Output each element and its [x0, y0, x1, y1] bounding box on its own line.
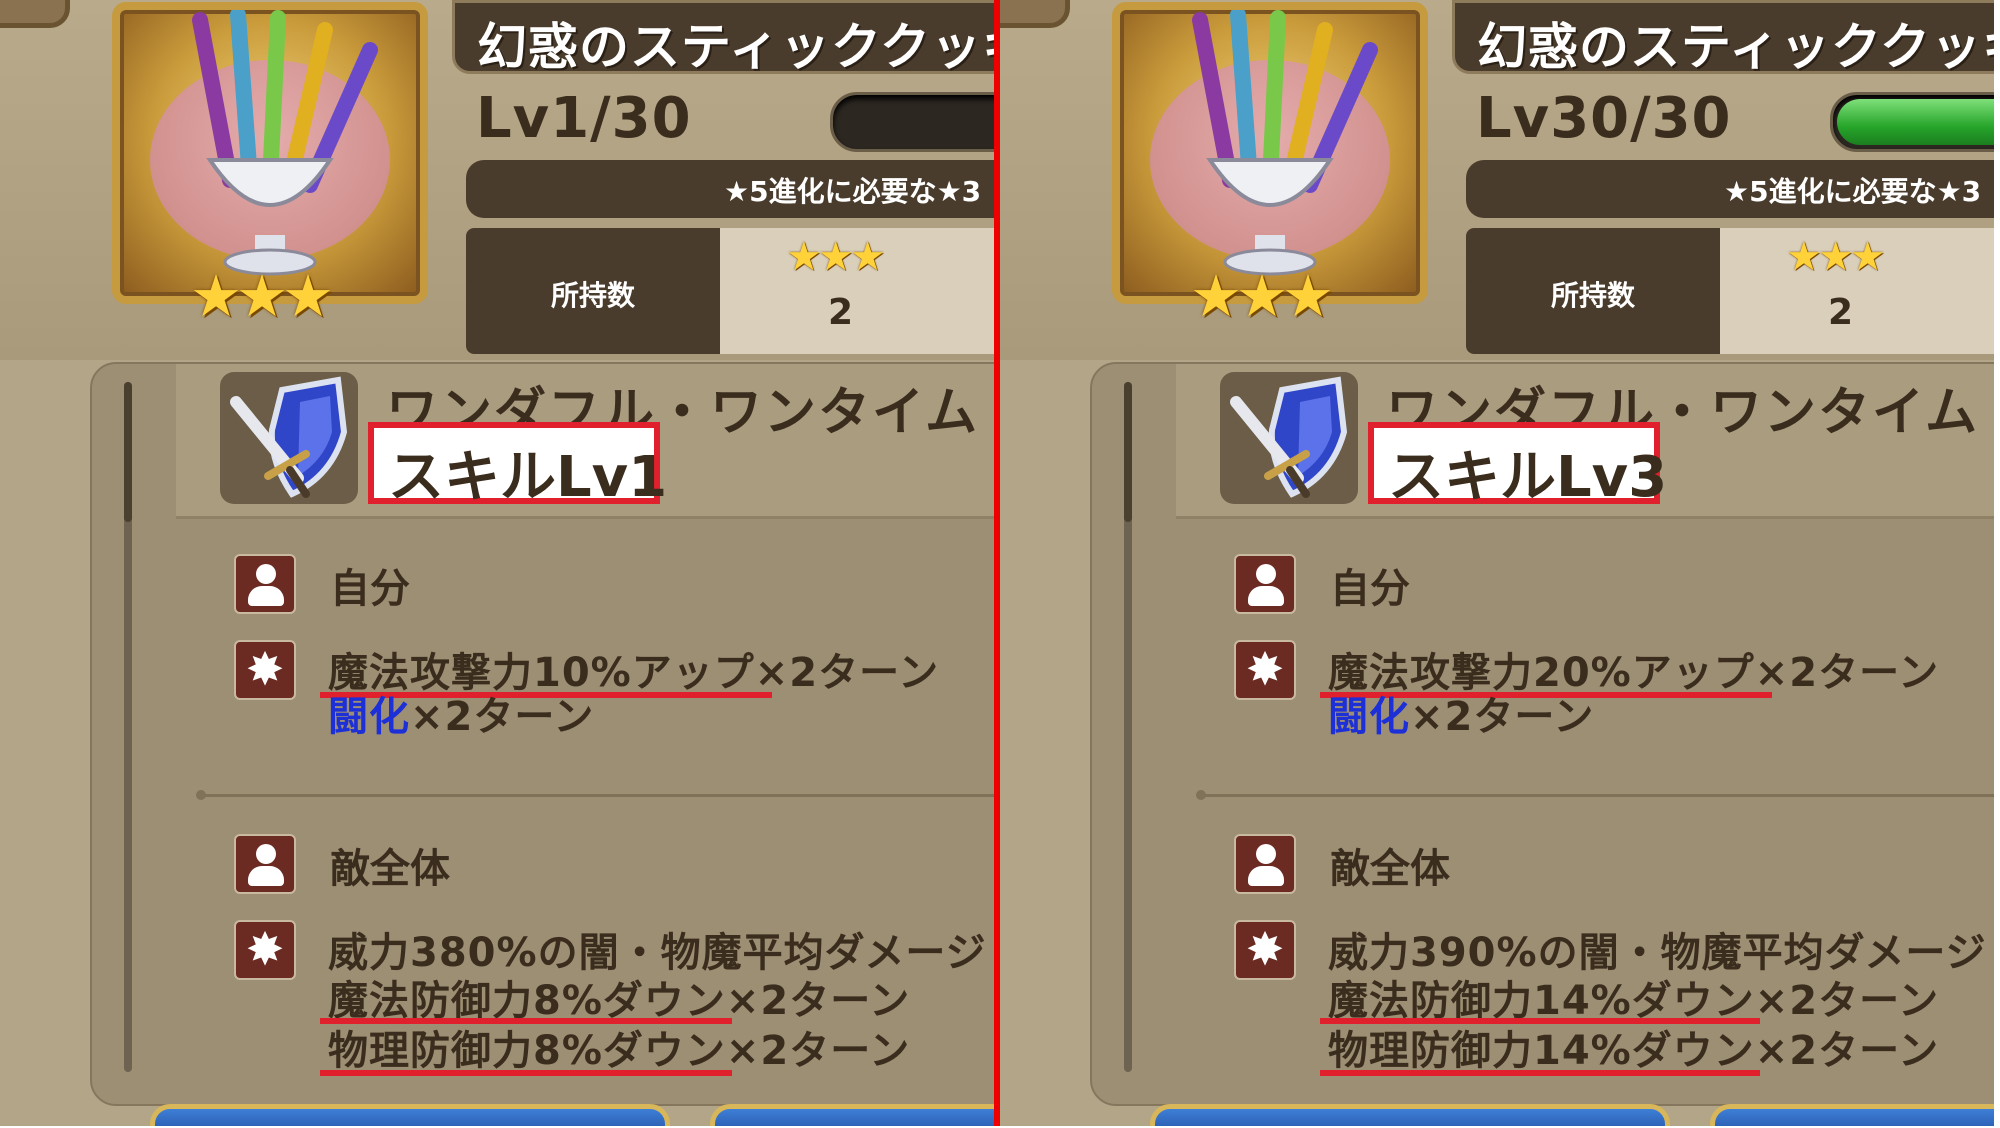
- burst-icon: ✸: [1234, 640, 1296, 700]
- exp-bar: [1830, 92, 1994, 152]
- item-portrait[interactable]: ★★★: [1112, 2, 1428, 330]
- target-self-label: 自分: [1330, 566, 1410, 612]
- burst-icon: ✸: [234, 640, 296, 700]
- person-icon: [234, 554, 296, 614]
- highlight-underline: [1320, 1070, 1760, 1076]
- item-title: 幻惑のスティッククッキ: [477, 18, 994, 76]
- owned-label: 所持数: [550, 279, 635, 312]
- action-button[interactable]: [1710, 1104, 1994, 1126]
- action-button[interactable]: [1150, 1104, 1670, 1126]
- comparison-panel-before: ★★★ 幻惑のスティッククッキ Lv1/30 ★5進化に必要な★3 所持数 ★★…: [0, 0, 994, 1126]
- owned-count: 2: [828, 292, 854, 333]
- owned-label-cell: 所持数: [466, 228, 720, 354]
- exp-bar: [830, 92, 994, 152]
- sword-shield-icon: [220, 372, 358, 504]
- corner-ornament: [1000, 0, 1070, 28]
- enemy-effect-3: 物理防御力14%ダウン×2ターン: [1328, 1028, 1940, 1074]
- person-icon: [1234, 554, 1296, 614]
- comparison-panel-after: ★★★ 幻惑のスティッククッキ Lv30/30 ★5進化に必要な★3 所持数 ★…: [1000, 0, 1994, 1126]
- buff-duration: ×2ターン: [1410, 694, 1595, 740]
- evolve-requirement: ★5進化に必要な★3: [1724, 175, 1982, 208]
- item-title: 幻惑のスティッククッキ: [1477, 18, 1994, 76]
- sword-shield-icon: [1220, 372, 1358, 504]
- buff-duration: ×2ターン: [410, 694, 595, 740]
- rarity-stars: ★★★: [190, 262, 334, 330]
- item-portrait[interactable]: ★★★: [112, 2, 428, 330]
- item-title-bar: 幻惑のスティッククッキ: [1452, 0, 1994, 76]
- owned-count-box: 所持数 ★★★ 2: [1466, 228, 1994, 354]
- action-button[interactable]: [150, 1104, 670, 1126]
- skill-level-highlight: スキルLv1: [368, 422, 667, 510]
- item-level: Lv30/30: [1476, 86, 1732, 151]
- evolve-banner: ★5進化に必要な★3: [1466, 160, 1994, 218]
- corner-ornament: [0, 0, 70, 28]
- person-icon: [1234, 834, 1296, 894]
- scrollbar-thumb[interactable]: [1124, 382, 1132, 522]
- owned-count: 2: [1828, 292, 1854, 333]
- buff-keyword: 闘化: [1328, 694, 1410, 740]
- exp-bar-fill: [1837, 99, 1994, 145]
- separator: [1200, 794, 1994, 797]
- skill-detail-area[interactable]: ワンダフル・ワンタイム・ スキルLv1 自分 ✸ 魔法攻撃力10%アップ×2ター…: [90, 362, 994, 1106]
- separator: [200, 794, 994, 797]
- evolve-banner: ★5進化に必要な★3: [466, 160, 994, 218]
- action-button[interactable]: [710, 1104, 994, 1126]
- burst-icon: ✸: [1234, 920, 1296, 980]
- buff-keyword: 闘化: [328, 694, 410, 740]
- self-effect-2: 闘化×2ターン: [328, 684, 594, 742]
- burst-icon: ✸: [234, 920, 296, 980]
- self-effect-2: 闘化×2ターン: [1328, 684, 1594, 742]
- item-level: Lv1/30: [476, 86, 692, 151]
- owned-count-box: 所持数 ★★★ 2: [466, 228, 994, 354]
- owned-label: 所持数: [1550, 279, 1635, 312]
- skill-detail-area[interactable]: ワンダフル・ワンタイム・ スキルLv3 自分 ✸ 魔法攻撃力20%アップ×2ター…: [1090, 362, 1994, 1106]
- owned-label-cell: 所持数: [1466, 228, 1720, 354]
- rarity-stars: ★★★: [1190, 262, 1334, 330]
- enemy-effect-3: 物理防御力8%ダウン×2ターン: [328, 1028, 911, 1074]
- target-enemies-label: 敵全体: [330, 846, 450, 892]
- skill-level: スキルLv1: [388, 445, 668, 510]
- item-title-bar: 幻惑のスティッククッキ: [452, 0, 994, 76]
- scrollbar-thumb[interactable]: [124, 382, 132, 522]
- highlight-underline: [320, 1070, 732, 1076]
- person-icon: [234, 834, 296, 894]
- skill-level: スキルLv3: [1388, 445, 1668, 510]
- target-self-label: 自分: [330, 566, 410, 612]
- scrollbar[interactable]: [124, 382, 132, 1072]
- skill-level-highlight: スキルLv3: [1368, 422, 1667, 510]
- owned-rarity-stars: ★★★: [786, 234, 886, 280]
- evolve-requirement: ★5進化に必要な★3: [724, 175, 982, 208]
- target-enemies-label: 敵全体: [1330, 846, 1450, 892]
- owned-rarity-stars: ★★★: [1786, 234, 1886, 280]
- stick-cookie-art-icon: [150, 10, 390, 276]
- stick-cookie-art-icon: [1150, 10, 1390, 276]
- scrollbar[interactable]: [1124, 382, 1132, 1072]
